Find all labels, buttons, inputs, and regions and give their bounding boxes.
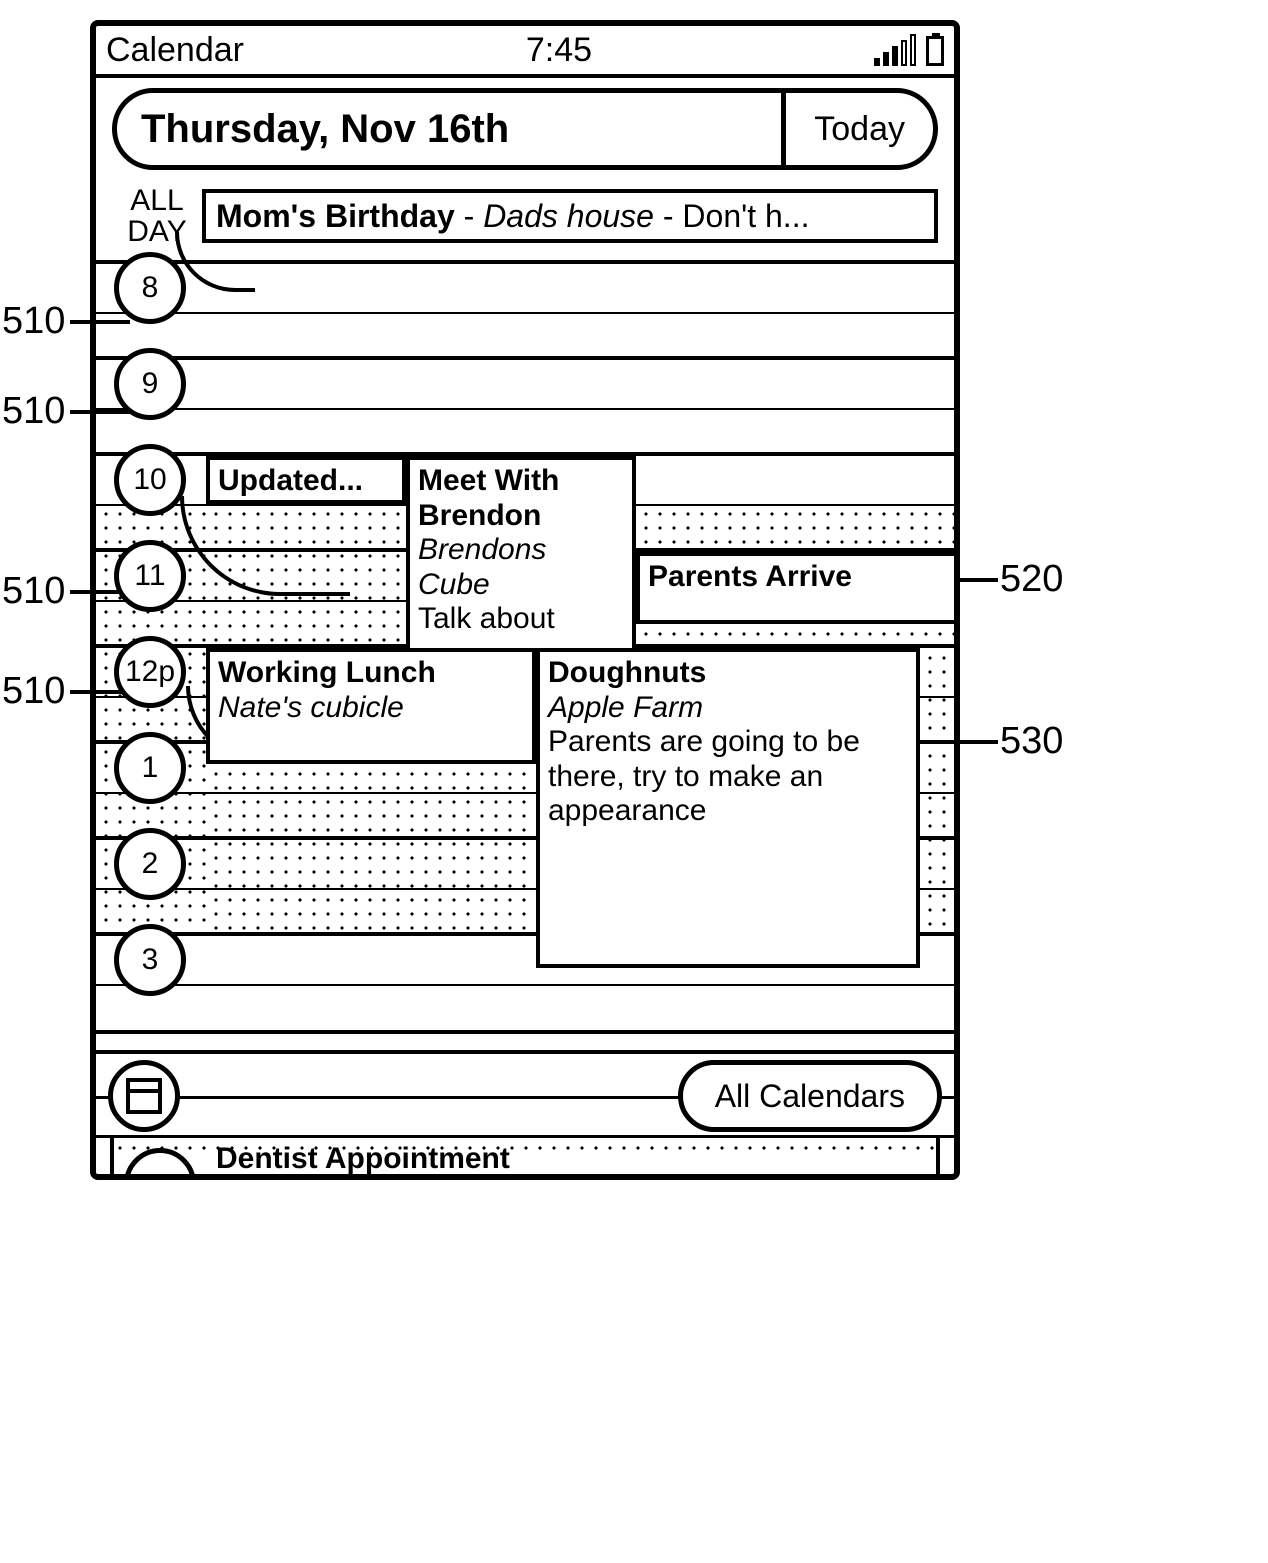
busy-zone [920, 648, 954, 936]
clock: 7:45 [244, 31, 874, 70]
hour-marker: 2 [114, 828, 186, 900]
today-button[interactable]: Today [781, 93, 933, 165]
calendar-icon [126, 1078, 162, 1114]
phone-frame: Calendar 7:45 Thursday, Nov 16th Today A… [90, 20, 960, 1180]
busy-zone [206, 764, 536, 936]
annotation-510: 510 [2, 300, 65, 343]
busy-zone [636, 504, 954, 552]
hour-marker: 3 [114, 924, 186, 996]
battery-icon [926, 36, 944, 66]
all-day-event[interactable]: Mom's Birthday - Dads house - Don't h... [202, 189, 938, 243]
event-dentist[interactable]: Dentist Appointment [216, 1142, 510, 1176]
date-selector[interactable]: Thursday, Nov 16th Today [112, 88, 938, 170]
all-calendars-button[interactable]: All Calendars [678, 1060, 942, 1132]
hour-marker: 9 [114, 348, 186, 420]
date-label: Thursday, Nov 16th [117, 107, 781, 152]
status-icons [874, 34, 944, 66]
hour-marker: 8 [114, 252, 186, 324]
hour-marker: 10 [114, 444, 186, 516]
signal-icon [874, 34, 916, 66]
event-doughnuts[interactable]: Doughnuts Apple Farm Parents are going t… [536, 648, 920, 968]
status-bar: Calendar 7:45 [96, 26, 954, 78]
hour-grid[interactable]: Updated... Meet With Brendon Brendons Cu… [96, 260, 954, 1030]
annotation-530: 530 [1000, 720, 1063, 763]
event-parents-arrive[interactable]: Parents Arrive [636, 552, 954, 624]
hour-marker: 12p [114, 636, 186, 708]
hour-marker: 1 [114, 732, 186, 804]
event-working-lunch[interactable]: Working Lunch Nate's cubicle [206, 648, 536, 764]
footer-bar: All Calendars Dentist Appointment [96, 1050, 954, 1174]
hour-marker: 11 [114, 540, 186, 612]
event-updated[interactable]: Updated... [206, 456, 406, 504]
busy-zone [636, 624, 954, 648]
annotation-520: 520 [1000, 558, 1063, 601]
app-title: Calendar [106, 31, 244, 70]
annotation-510: 510 [2, 670, 65, 713]
calendar-button[interactable] [108, 1060, 180, 1132]
annotation-510: 510 [2, 390, 65, 433]
annotation-510: 510 [2, 570, 65, 613]
